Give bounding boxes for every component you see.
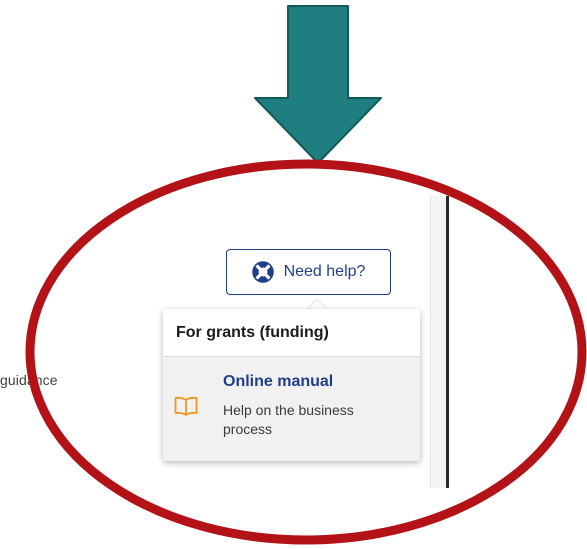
annotation-arrow — [254, 5, 382, 164]
panel-edge — [446, 196, 449, 488]
menu-item-description: Help on the business process — [223, 402, 354, 437]
need-help-label: Need help? — [283, 263, 366, 280]
panel-divider — [430, 196, 447, 488]
book-icon — [174, 396, 198, 421]
need-help-button[interactable]: Need help? — [226, 249, 391, 295]
lifebuoy-icon — [251, 261, 274, 283]
menu-item-online-manual[interactable]: Online manual Help on the business proce… — [163, 357, 420, 461]
help-dropdown: For grants (funding) Online manual Help … — [163, 309, 420, 461]
dropdown-header: For grants (funding) — [163, 309, 420, 357]
side-panel-text: guidance — [0, 372, 58, 388]
menu-item-title[interactable]: Online manual — [223, 373, 333, 391]
